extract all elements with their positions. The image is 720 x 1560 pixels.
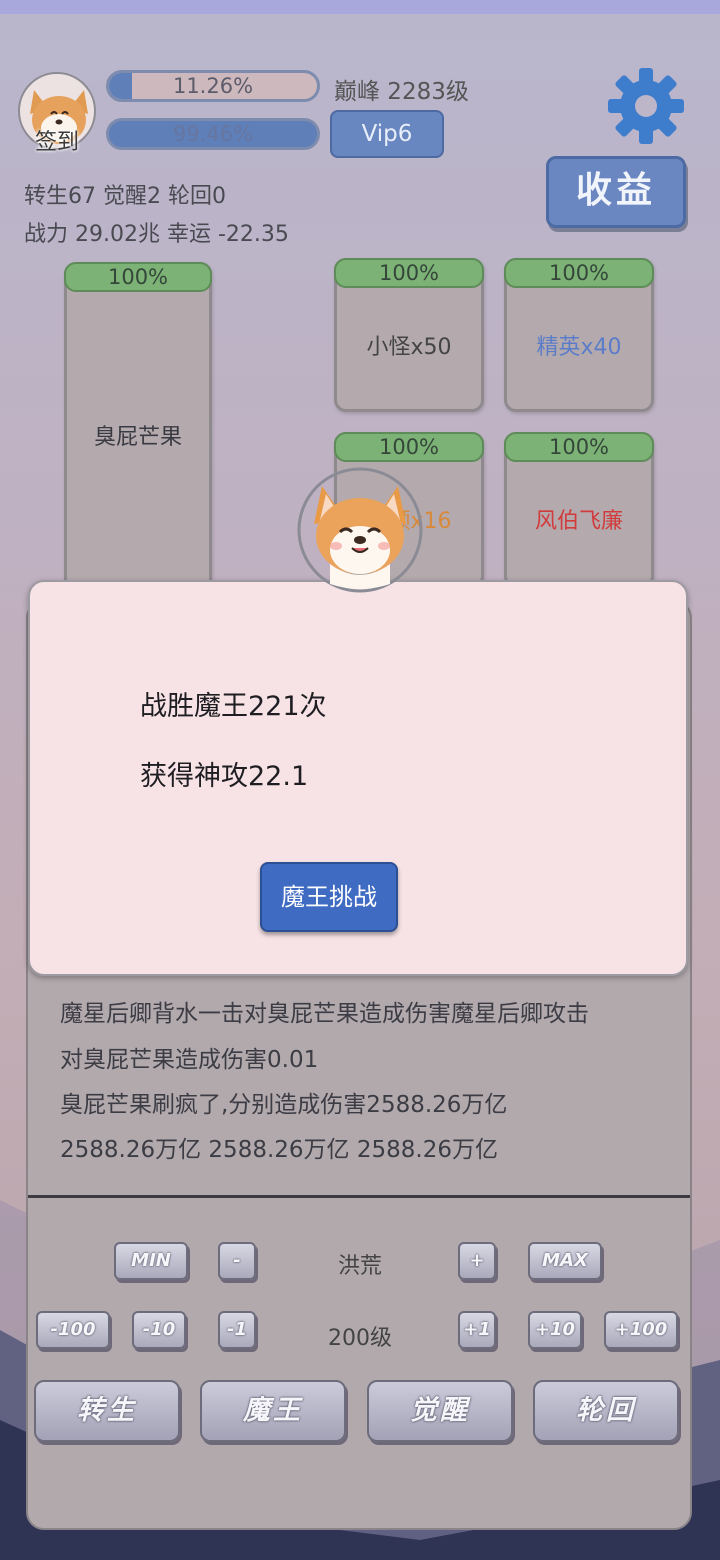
divider: [28, 1195, 690, 1198]
special-enemy-card[interactable]: 100% 风伯飞廉: [504, 432, 654, 588]
boss-card[interactable]: 100% 臭屁芒果: [64, 262, 212, 592]
min-button[interactable]: MIN: [114, 1242, 188, 1280]
corgi-mascot-icon: [297, 467, 423, 593]
power-stats: 战力 29.02兆 幸运 -22.35: [24, 222, 289, 247]
log-line: 2588.26万亿 2588.26万亿 2588.26万亿: [60, 1137, 498, 1163]
decrease-button[interactable]: -: [218, 1242, 256, 1280]
income-button[interactable]: 收益: [546, 156, 686, 228]
minion-hp: 100%: [334, 258, 484, 288]
increase-button[interactable]: +: [458, 1242, 496, 1280]
gear-icon[interactable]: [606, 66, 686, 146]
elite-hp: 100%: [504, 258, 654, 288]
rebirth-button[interactable]: 转生: [34, 1380, 180, 1442]
stage-level-label: 200级: [328, 1326, 392, 1351]
log-line: 臭屁芒果刷疯了,分别造成伤害2588.26万亿: [60, 1092, 508, 1118]
dialog-reward-text: 获得神攻22.1: [140, 761, 309, 792]
exp-progress-text: 11.26%: [172, 74, 254, 98]
minus-100-button[interactable]: -100: [36, 1311, 110, 1349]
log-line: 魔星后卿背水一击对臭屁芒果造成伤害魔星后卿攻击: [60, 1001, 589, 1027]
demon-king-button[interactable]: 魔王: [200, 1380, 346, 1442]
max-button[interactable]: MAX: [528, 1242, 602, 1280]
realm-label: 洪荒: [337, 1254, 382, 1279]
special-enemy-name: 风伯飞廉: [534, 509, 623, 534]
demon-king-challenge-button[interactable]: 魔王挑战: [260, 862, 398, 932]
minion-card[interactable]: 100% 小怪x50: [334, 258, 484, 412]
exp-progress-bar: 11.26%: [106, 70, 320, 102]
rebirth-stats: 转生67 觉醒2 轮回0: [24, 184, 226, 209]
minion-name: 小怪x50: [366, 335, 452, 360]
plus-10-button[interactable]: +10: [528, 1311, 582, 1349]
sign-in-label[interactable]: 签到: [18, 124, 96, 156]
reincarnate-button[interactable]: 轮回: [533, 1380, 679, 1442]
minus-1-button[interactable]: -1: [218, 1311, 256, 1349]
plus-100-button[interactable]: +100: [604, 1311, 678, 1349]
vip-button[interactable]: Vip6: [330, 110, 444, 158]
boss-name: 臭屁芒果: [93, 425, 182, 450]
peak-level: 巅峰 2283级: [334, 79, 469, 105]
log-line: 对臭屁芒果造成伤害0.01: [60, 1047, 319, 1073]
dialog-victory-text: 战胜魔王221次: [140, 691, 327, 722]
elite-name: 精英x40: [536, 335, 622, 360]
result-dialog: 战胜魔王221次 获得神攻22.1 魔王挑战: [28, 580, 688, 976]
awaken-button[interactable]: 觉醒: [367, 1380, 513, 1442]
leader-hp: 100%: [334, 432, 484, 462]
plus-1-button[interactable]: +1: [458, 1311, 496, 1349]
minus-10-button[interactable]: -10: [132, 1311, 186, 1349]
secondary-progress-bar: 99.46%: [106, 118, 320, 150]
elite-card[interactable]: 100% 精英x40: [504, 258, 654, 412]
special-enemy-hp: 100%: [504, 432, 654, 462]
secondary-progress-text: 99.46%: [172, 122, 254, 146]
boss-hp: 100%: [64, 262, 212, 292]
